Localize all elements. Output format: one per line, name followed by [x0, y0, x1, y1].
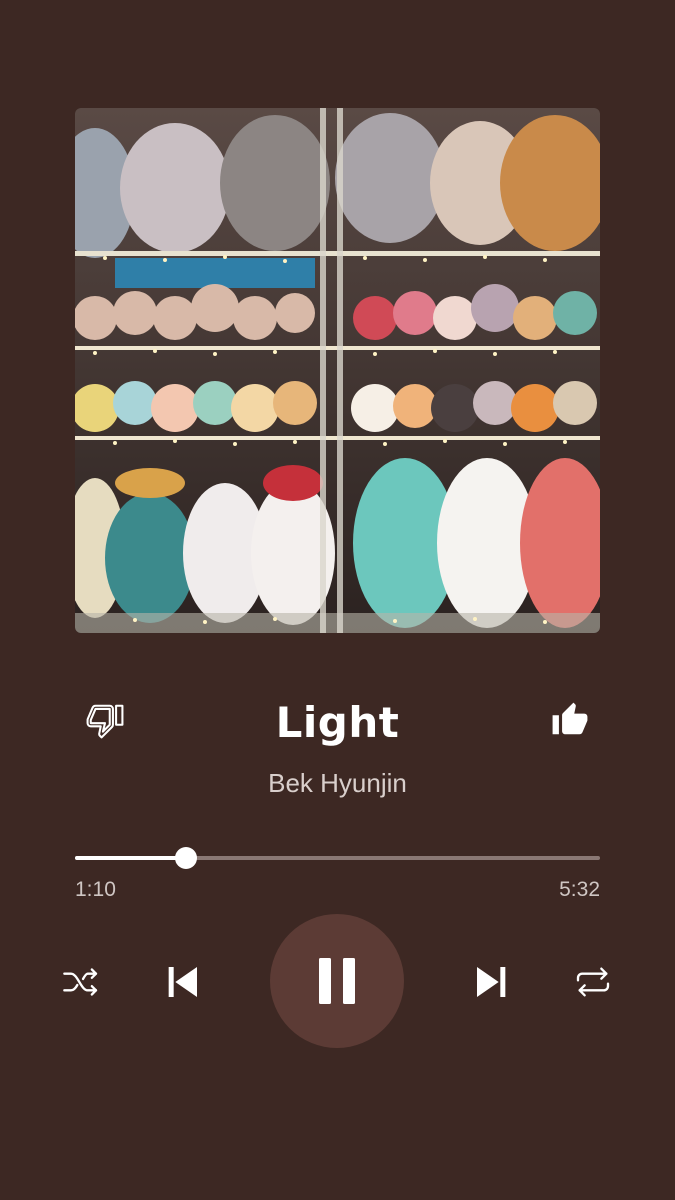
previous-button[interactable]: [160, 960, 204, 1004]
pause-button[interactable]: [270, 914, 404, 1048]
seek-bar-fill: [75, 856, 186, 860]
seek-bar[interactable]: [75, 847, 600, 869]
total-duration: 5:32: [559, 878, 600, 901]
album-art: [75, 108, 600, 633]
skip-next-icon: [477, 967, 506, 997]
album-art-image: [75, 108, 600, 633]
repeat-icon: [576, 967, 610, 997]
elapsed-time: 1:10: [75, 878, 116, 901]
repeat-button[interactable]: [572, 962, 614, 1002]
shuffle-icon: [63, 968, 98, 996]
thumbs-up-icon: [552, 702, 588, 735]
pause-icon: [319, 958, 355, 1004]
track-artist[interactable]: Bek Hyunjin: [0, 768, 675, 799]
skip-previous-icon: [168, 967, 197, 997]
like-button[interactable]: [549, 700, 591, 740]
shuffle-button[interactable]: [60, 962, 102, 1002]
next-button[interactable]: [470, 960, 514, 1004]
seek-bar-thumb[interactable]: [174, 847, 197, 869]
